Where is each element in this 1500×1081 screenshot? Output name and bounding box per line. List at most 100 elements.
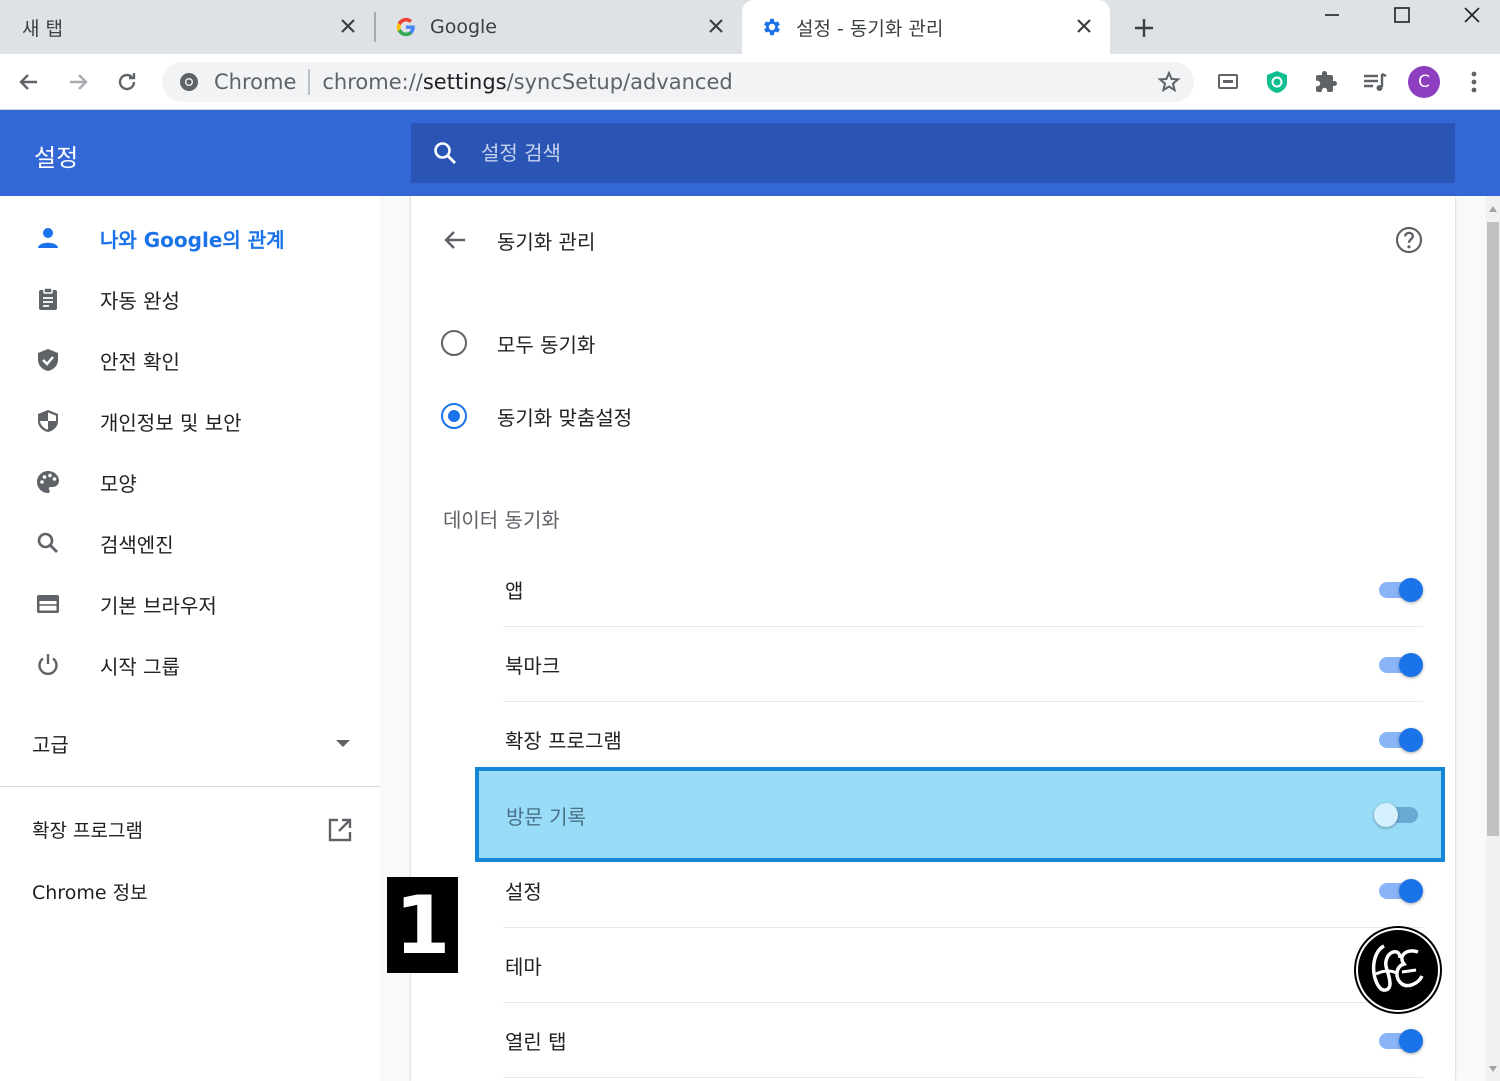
search-icon [431, 139, 459, 167]
sync-row-label: 열린 탭 [505, 1030, 567, 1054]
toggle-knob [1374, 803, 1398, 827]
radio-label: 동기화 맞춤설정 [497, 405, 633, 430]
settings-search[interactable] [411, 123, 1455, 183]
sidebar-item-search-engine[interactable]: 검색엔진 [0, 515, 380, 571]
step-number-badge: 1 [387, 877, 458, 973]
sync-row-apps: 앱 [503, 552, 1423, 627]
tab-settings[interactable]: 설정 - 동기화 관리 [742, 0, 1110, 54]
sync-row-label: 방문 기록 [506, 805, 586, 829]
toggle-switch-off[interactable] [1374, 801, 1422, 827]
close-icon[interactable] [704, 14, 728, 38]
tab-google[interactable]: Google [376, 0, 742, 54]
advanced-label: 고급 [32, 732, 69, 757]
bookmark-star-icon[interactable] [1156, 69, 1182, 95]
toggle-switch[interactable] [1377, 877, 1425, 903]
back-arrow-icon[interactable] [439, 224, 471, 256]
shield-extension-icon[interactable] [1259, 64, 1295, 100]
sync-row-themes: 테마 [503, 928, 1423, 1003]
power-icon [33, 650, 63, 680]
scrollbar[interactable] [1486, 196, 1500, 1081]
sidebar-item-privacy[interactable]: 개인정보 및 보안 [0, 393, 380, 449]
radio-button-checked[interactable] [441, 403, 467, 429]
sidebar-about-chrome-link[interactable]: Chrome 정보 [32, 878, 148, 905]
sidebar-item-label: 나와 Google의 관계 [100, 227, 285, 252]
forward-icon[interactable] [60, 64, 96, 100]
sidebar-item-label: 시작 그룹 [100, 654, 180, 679]
toggle-switch[interactable] [1377, 576, 1425, 602]
window-close-icon[interactable] [1442, 0, 1500, 30]
watermark-logo [1354, 926, 1442, 1014]
shield-check-icon [33, 345, 63, 375]
sync-row-label: 앱 [505, 579, 524, 603]
media-queue-icon[interactable] [1357, 64, 1393, 100]
avatar-initial: C [1408, 66, 1440, 98]
scroll-down-arrow-icon[interactable] [1489, 1066, 1497, 1072]
toggle-knob [1399, 578, 1423, 602]
back-icon[interactable] [11, 64, 47, 100]
reload-icon[interactable] [109, 64, 145, 100]
toggle-switch[interactable] [1377, 726, 1425, 752]
address-bar[interactable]: Chrome chrome://settings/syncSetup/advan… [162, 62, 1194, 102]
tab-title: 설정 - 동기화 관리 [796, 17, 944, 40]
radio-label: 모두 동기화 [497, 332, 596, 357]
sidebar-item-autofill[interactable]: 자동 완성 [0, 271, 380, 327]
sidebar-item-label: 개인정보 및 보안 [100, 410, 242, 435]
close-icon[interactable] [336, 14, 360, 38]
browser-icon [33, 589, 63, 619]
tab-title: Google [430, 16, 498, 38]
search-input[interactable] [481, 141, 1381, 165]
scrollbar-thumb[interactable] [1487, 222, 1499, 836]
sidebar-item-appearance[interactable]: 모양 [0, 454, 380, 510]
sync-row-label: 북마크 [505, 654, 561, 678]
gear-icon [760, 15, 784, 39]
chevron-down-icon [336, 740, 350, 747]
site-label: Chrome [214, 70, 297, 94]
sidebar-item-on-startup[interactable]: 시작 그룹 [0, 637, 380, 693]
radio-customize-sync[interactable]: 동기화 맞춤설정 [441, 399, 632, 433]
toggle-knob [1399, 728, 1423, 752]
avatar[interactable]: C [1406, 64, 1442, 100]
sidebar-item-label: 자동 완성 [100, 288, 180, 313]
sidebar-item-you-and-google[interactable]: 나와 Google의 관계 [0, 210, 380, 266]
sync-row-bookmarks: 북마크 [503, 627, 1423, 702]
sync-row-label: 설정 [505, 880, 542, 904]
site-info[interactable]: Chrome [162, 70, 296, 94]
logo-monogram-icon [1356, 928, 1440, 1012]
tab-new-tab[interactable]: 새 탭 [0, 0, 374, 54]
sync-row-label: 테마 [505, 955, 542, 979]
new-tab-button[interactable] [1128, 12, 1160, 44]
sidebar-divider [0, 786, 380, 787]
omnibox-divider [308, 69, 311, 95]
chrome-icon [180, 73, 198, 91]
sync-row-extensions: 확장 프로그램 [503, 702, 1423, 777]
sidebar-item-label: 검색엔진 [100, 532, 174, 557]
google-icon [394, 15, 418, 39]
sidebar-extensions-link[interactable]: 확장 프로그램 [32, 816, 143, 843]
minimize-icon[interactable] [1302, 0, 1362, 30]
open-in-new-icon[interactable] [326, 816, 354, 844]
search-icon [33, 528, 63, 558]
close-icon[interactable] [1072, 14, 1096, 38]
toggle-switch[interactable] [1377, 1027, 1425, 1053]
sidebar-advanced-toggle[interactable]: 고급 [32, 728, 350, 758]
sidebar-item-label: 안전 확인 [100, 349, 180, 374]
tab-strip: 새 탭 Google 설정 - 동기화 관리 [0, 0, 1500, 54]
radio-button[interactable] [441, 330, 467, 356]
extensions-puzzle-icon[interactable] [1308, 64, 1344, 100]
subpage-title: 동기화 관리 [497, 230, 596, 254]
sync-row-history-highlighted: 방문 기록 [475, 767, 1445, 862]
scroll-up-arrow-icon[interactable] [1489, 206, 1497, 212]
sidebar-item-safety-check[interactable]: 안전 확인 [0, 332, 380, 388]
menu-dots-icon[interactable] [1456, 64, 1492, 100]
sidebar-item-default-browser[interactable]: 기본 브라우저 [0, 576, 380, 632]
toggle-knob [1399, 653, 1423, 677]
sync-row-settings: 설정 [503, 853, 1423, 928]
toggle-switch[interactable] [1377, 651, 1425, 677]
maximize-icon[interactable] [1372, 0, 1432, 30]
radio-sync-everything[interactable]: 모두 동기화 [441, 326, 595, 360]
cast-icon[interactable] [1210, 64, 1246, 100]
help-icon[interactable] [1393, 224, 1425, 256]
settings-header: 설정 [0, 110, 1500, 196]
url-host: settings [422, 70, 507, 94]
palette-icon [33, 467, 63, 497]
